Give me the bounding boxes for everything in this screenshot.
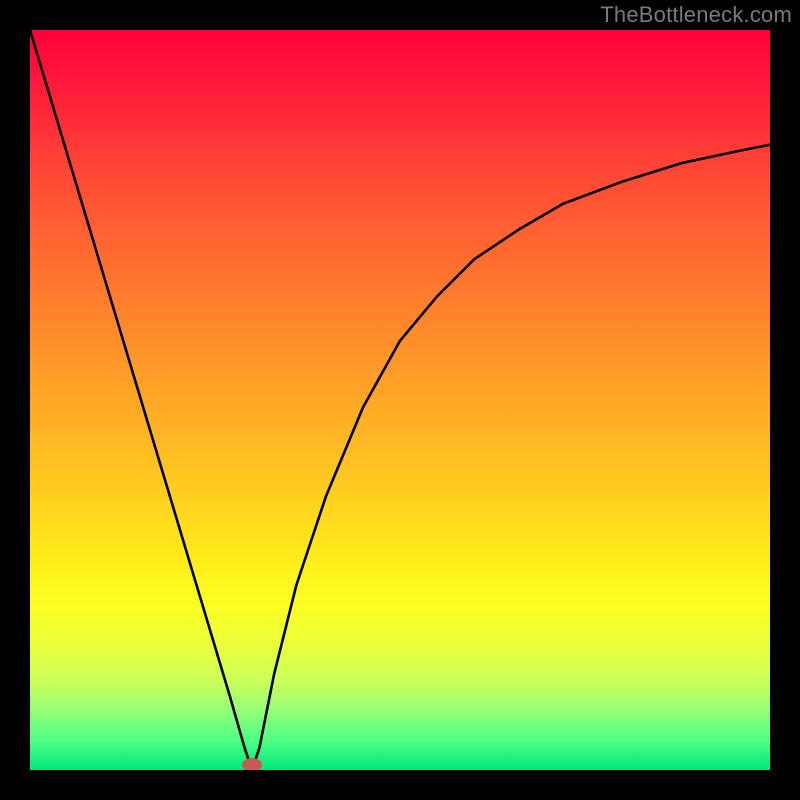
- chart-frame: TheBottleneck.com: [0, 0, 800, 800]
- plot-area: [30, 30, 770, 770]
- minimum-marker: [242, 758, 262, 770]
- watermark-label: TheBottleneck.com: [600, 2, 792, 28]
- chart-svg: [30, 30, 770, 770]
- bottleneck-curve: [30, 30, 770, 770]
